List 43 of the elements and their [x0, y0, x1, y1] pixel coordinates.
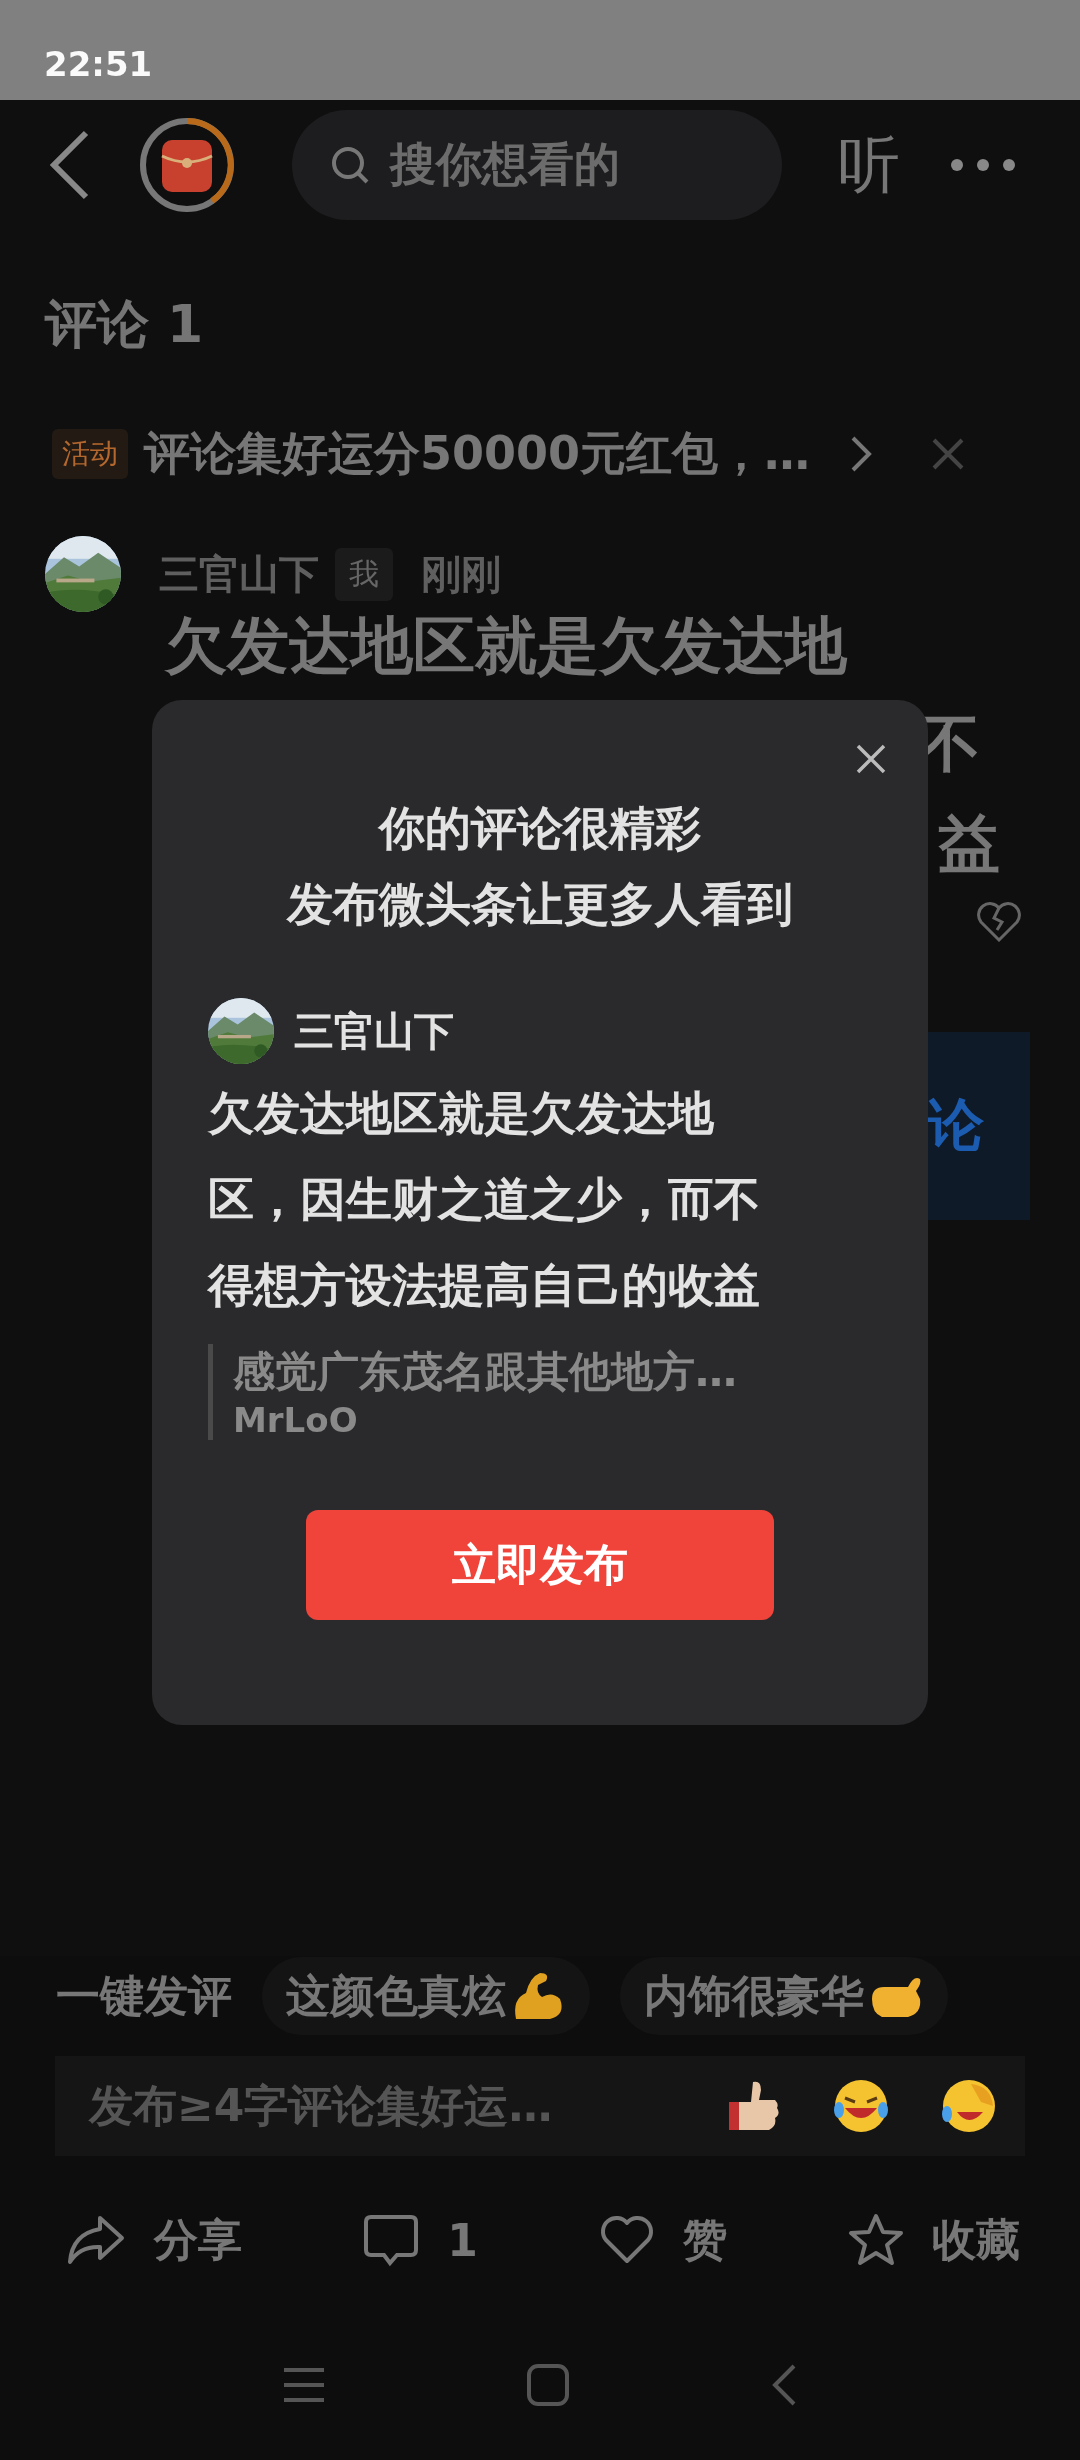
chevron-right-icon[interactable] — [850, 435, 873, 473]
activity-tag: 活动 — [52, 429, 128, 479]
share-icon — [66, 2214, 126, 2266]
comment-button[interactable]: 1 — [447, 2214, 478, 2266]
laughing-face-icon[interactable] — [833, 2078, 889, 2134]
more-icon[interactable] — [950, 158, 1016, 172]
quick-reply-chip[interactable]: 内饰很豪华 — [620, 1957, 948, 2035]
listen-button[interactable]: 听 — [838, 123, 900, 207]
like-button[interactable]: 赞 — [682, 2210, 727, 2270]
share-button[interactable]: 分享 — [154, 2210, 242, 2270]
menu-icon[interactable] — [282, 2366, 326, 2404]
me-tag: 我 — [335, 547, 393, 601]
home-icon[interactable] — [526, 2363, 570, 2407]
discuss-button[interactable]: 论 — [928, 1032, 1030, 1220]
back-icon[interactable] — [770, 2363, 798, 2407]
comment-time: 刚刚 — [421, 549, 501, 599]
comment-author[interactable]: 三官山下 — [159, 546, 319, 602]
status-time: 22:51 — [44, 44, 153, 84]
comment-icon — [363, 2213, 420, 2267]
search-icon — [330, 145, 370, 185]
heart-icon — [598, 2215, 655, 2265]
activity-text[interactable]: 评论集好运分50000元红包，… — [144, 423, 811, 485]
gift-envelope-icon[interactable] — [138, 116, 236, 214]
broken-heart-icon[interactable] — [976, 900, 1022, 942]
comments-heading: 评论 1 — [45, 293, 204, 356]
back-icon[interactable] — [48, 129, 90, 201]
quoted-text: 感觉广东茂名跟其他地方… — [233, 1346, 737, 1398]
dialog-title: 发布微头条让更多人看到 — [287, 877, 793, 931]
comment-text: 益 — [938, 806, 1000, 882]
quick-reply-label: 一键发评 — [56, 1968, 232, 2023]
comment-text: 欠发达地区就是欠发达地 — [165, 608, 847, 684]
author-name: 三官山下 — [294, 1006, 454, 1056]
close-icon[interactable] — [856, 744, 886, 774]
comment-input[interactable]: 发布≥4字评论集好运… — [55, 2056, 1025, 2156]
comment-text: 欠发达地区就是欠发达地区，因生财之道之少，而不得想方设法提高自己的收益 — [208, 1085, 761, 1314]
search-field[interactable]: 搜你想看的 — [292, 110, 782, 220]
favorite-button[interactable]: 收藏 — [932, 2210, 1020, 2270]
star-icon — [848, 2213, 904, 2267]
quick-reply-chip[interactable]: 这颜色真炫 — [262, 1957, 590, 2035]
publish-button[interactable]: 立即发布 — [306, 1510, 774, 1620]
dialog-title: 你的评论很精彩 — [379, 801, 701, 855]
laughing-face-icon[interactable] — [941, 2078, 997, 2134]
quoted-author: MrLoO — [233, 1400, 358, 1440]
